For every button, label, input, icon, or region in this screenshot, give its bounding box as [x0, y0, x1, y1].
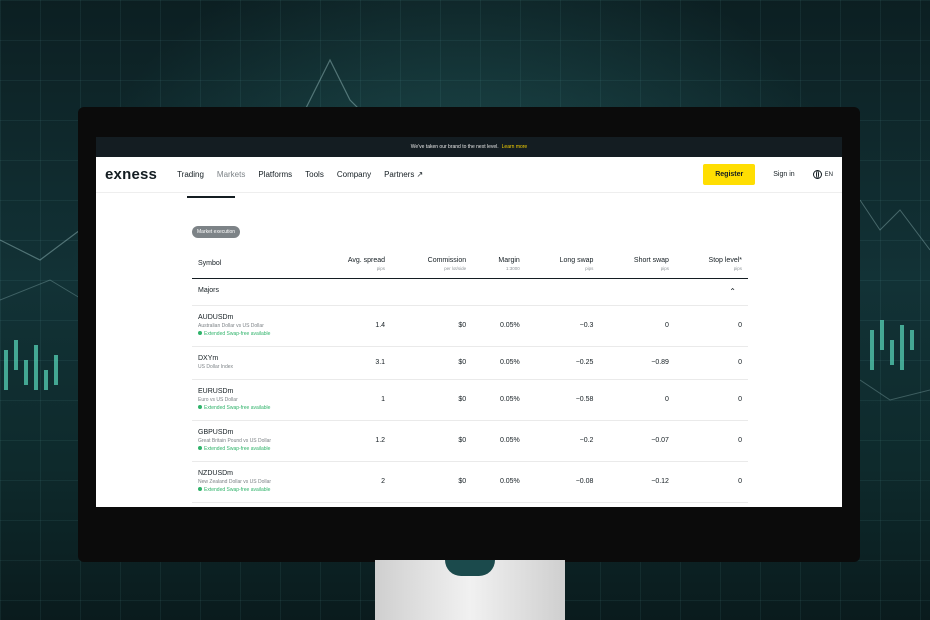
- cell-commission: $0: [391, 305, 473, 347]
- table-row[interactable]: EURUSDm Euro vs US Dollar Extended Swap-…: [192, 379, 748, 421]
- green-dot-icon: [198, 331, 202, 335]
- exness-logo[interactable]: exness: [105, 166, 157, 183]
- green-dot-icon: [198, 446, 202, 450]
- swap-free-badge: Extended Swap-free available: [198, 446, 306, 452]
- nav-actions: Register Sign in EN: [703, 164, 833, 185]
- cell-commission: $0: [391, 461, 473, 503]
- globe-icon: [812, 170, 822, 179]
- cell-short-swap: −0.07: [599, 420, 675, 462]
- green-dot-icon: [198, 487, 202, 491]
- banner-learn-more-link[interactable]: Learn more: [502, 144, 528, 150]
- browser-screen: We've taken our brand to the next level.…: [96, 137, 842, 507]
- cell-commission: $0: [391, 420, 473, 462]
- cell-long-swap: −0.3: [525, 305, 600, 347]
- sign-in-link[interactable]: Sign in: [773, 171, 794, 178]
- cell-margin: 0.05%: [472, 379, 526, 421]
- symbol-desc: Euro vs US Dollar: [198, 397, 238, 403]
- cell-spread: 3.1: [312, 346, 392, 380]
- menu-tools[interactable]: Tools: [305, 170, 324, 179]
- header-spread: Avg. spread pips: [312, 250, 392, 279]
- cell-long-swap: −0.08: [525, 461, 600, 503]
- cell-commission: $0: [391, 346, 473, 380]
- language-selector[interactable]: EN: [812, 170, 833, 179]
- cell-margin: 0.05%: [472, 305, 526, 347]
- menu-partners[interactable]: Partners ↗: [384, 170, 423, 179]
- main-menu: Trading Markets Platforms Tools Company …: [177, 170, 423, 179]
- active-tab-underline: [187, 196, 235, 198]
- monitor-bezel-bottom: [96, 507, 842, 547]
- header-margin: Margin 1:3000: [472, 250, 526, 279]
- cell-spread: 1.2: [312, 420, 392, 462]
- swap-free-badge: Extended Swap-free available: [198, 331, 306, 337]
- instruments-table: Symbol Avg. spread pips Commission per lot…: [192, 250, 748, 503]
- cell-short-swap: 0: [599, 305, 675, 347]
- cell-short-swap: −0.12: [599, 461, 675, 503]
- cell-spread: 1: [312, 379, 392, 421]
- table-row[interactable]: DXYm US Dollar Index 3.1 $0 0.05% −0.25 …: [192, 346, 748, 380]
- cell-long-swap: −0.58: [525, 379, 600, 421]
- symbol-name: GBPUSDm: [198, 429, 234, 436]
- header-long-swap: Long swap pips: [525, 250, 600, 279]
- cell-stop-level: 0: [674, 461, 748, 503]
- symbol-desc: Australian Dollar vs US Dollar: [198, 323, 264, 329]
- cell-spread: 1.4: [312, 305, 392, 347]
- group-label: Majors: [198, 287, 220, 294]
- cell-stop-level: 0: [674, 420, 748, 462]
- language-label: EN: [824, 171, 833, 178]
- menu-platforms[interactable]: Platforms: [258, 170, 292, 179]
- cell-long-swap: −0.2: [525, 420, 600, 462]
- chevron-up-icon[interactable]: ⌃: [729, 287, 736, 296]
- table-row[interactable]: NZDUSDm New Zealand Dollar vs US Dollar …: [192, 461, 748, 503]
- cell-margin: 0.05%: [472, 461, 526, 503]
- banner-text: We've taken our brand to the next level.: [410, 144, 499, 150]
- instruments-section: Market execution Symbol Avg. spread pips …: [96, 193, 842, 503]
- cell-long-swap: −0.25: [525, 346, 600, 380]
- swap-free-badge: Extended Swap-free available: [198, 405, 306, 411]
- cell-short-swap: −0.89: [599, 346, 675, 380]
- cell-short-swap: 0: [599, 379, 675, 421]
- cell-margin: 0.05%: [472, 346, 526, 380]
- cell-commission: $0: [391, 379, 473, 421]
- cell-stop-level: 0: [674, 346, 748, 380]
- symbol-desc: Great Britain Pound vs US Dollar: [198, 438, 272, 444]
- header-symbol: Symbol: [192, 250, 312, 279]
- symbol-desc: US Dollar Index: [198, 364, 234, 370]
- symbol-name: DXYm: [198, 355, 219, 362]
- cell-spread: 2: [312, 461, 392, 503]
- market-execution-tag: Market execution: [192, 226, 241, 238]
- header-short-swap: Short swap pips: [599, 250, 675, 279]
- table-row[interactable]: AUDUSDm Australian Dollar vs US Dollar E…: [192, 305, 748, 347]
- cell-stop-level: 0: [674, 305, 748, 347]
- symbol-name: NZDUSDm: [198, 470, 233, 477]
- cell-margin: 0.05%: [472, 420, 526, 462]
- header-stop-level: Stop level* pips: [674, 250, 748, 279]
- menu-company[interactable]: Company: [337, 170, 371, 179]
- header-commission: Commission per lot/side: [391, 250, 473, 279]
- symbol-desc: New Zealand Dollar vs US Dollar: [198, 479, 272, 485]
- group-majors-row[interactable]: Majors ⌃: [192, 278, 748, 306]
- top-nav: exness Trading Markets Platforms Tools C…: [96, 157, 842, 198]
- announcement-banner: We've taken our brand to the next level.…: [96, 137, 842, 157]
- menu-trading[interactable]: Trading: [177, 170, 204, 179]
- cell-stop-level: 0: [674, 379, 748, 421]
- swap-free-badge: Extended Swap-free available: [198, 487, 306, 493]
- register-button[interactable]: Register: [703, 164, 756, 185]
- menu-markets[interactable]: Markets: [217, 170, 245, 179]
- green-dot-icon: [198, 405, 202, 409]
- symbol-name: EURUSDm: [198, 388, 234, 395]
- symbol-name: AUDUSDm: [198, 314, 234, 321]
- table-row[interactable]: GBPUSDm Great Britain Pound vs US Dollar…: [192, 420, 748, 462]
